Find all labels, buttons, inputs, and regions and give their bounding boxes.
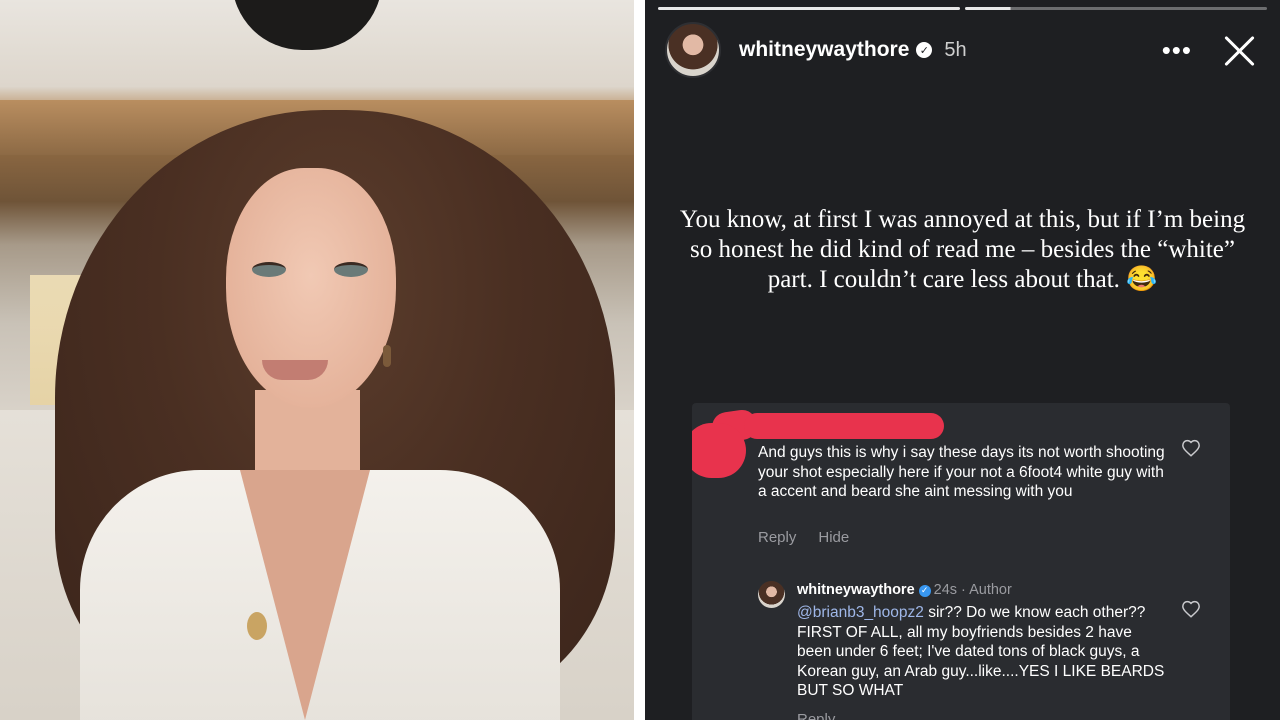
- story-progress-bar: [658, 7, 1267, 10]
- story-username[interactable]: whitneywaythore: [739, 38, 909, 62]
- reply-button[interactable]: Reply: [758, 529, 796, 546]
- user-mention[interactable]: @brianb3_hoopz2: [797, 604, 924, 621]
- avatar[interactable]: [758, 581, 785, 608]
- comment-text: And guys this is why i say these days it…: [758, 444, 1165, 500]
- redaction-scribble: [744, 413, 944, 439]
- reply-meta: 24s · Author: [933, 582, 1012, 598]
- reply-button[interactable]: Reply: [797, 711, 835, 720]
- smile: [262, 360, 328, 380]
- close-icon[interactable]: [1222, 33, 1256, 67]
- story-time: 5h: [944, 38, 967, 61]
- story-screenshot: whitneywaythore ✓ 5h ••• You know, at fi…: [645, 0, 1280, 720]
- redaction-scribble: [692, 423, 746, 478]
- pendant-lamp: [232, 0, 382, 50]
- progress-segment: [658, 7, 960, 10]
- comment-screenshot: And guys this is why i say these days it…: [692, 403, 1230, 720]
- earring: [383, 345, 391, 367]
- left-eye: [252, 262, 286, 277]
- verified-badge-icon: ✓: [918, 584, 931, 597]
- avatar[interactable]: [665, 22, 721, 78]
- more-horizontal-icon[interactable]: •••: [1162, 37, 1192, 63]
- reply-header: whitneywaythore ✓ 24s · Author: [797, 582, 1012, 598]
- comment-actions: Reply Hide: [758, 529, 849, 546]
- story-header: whitneywaythore ✓ 5h •••: [665, 22, 1264, 78]
- story-caption: You know, at first I was annoyed at this…: [679, 206, 1246, 293]
- progress-segment: [965, 7, 1267, 10]
- right-eye: [334, 262, 368, 277]
- portrait-photo: [0, 0, 634, 720]
- like-heart-icon[interactable]: [1181, 439, 1201, 457]
- necklace-pendant: [247, 612, 267, 640]
- reply-username[interactable]: whitneywaythore: [797, 582, 915, 598]
- reply-text: @brianb3_hoopz2 sir?? Do we know each ot…: [797, 603, 1167, 701]
- hide-button[interactable]: Hide: [818, 529, 849, 546]
- verified-badge-icon: ✓: [916, 42, 933, 58]
- shirt-neckline: [240, 470, 370, 720]
- image-divider: [634, 0, 645, 720]
- like-heart-icon[interactable]: [1181, 600, 1201, 618]
